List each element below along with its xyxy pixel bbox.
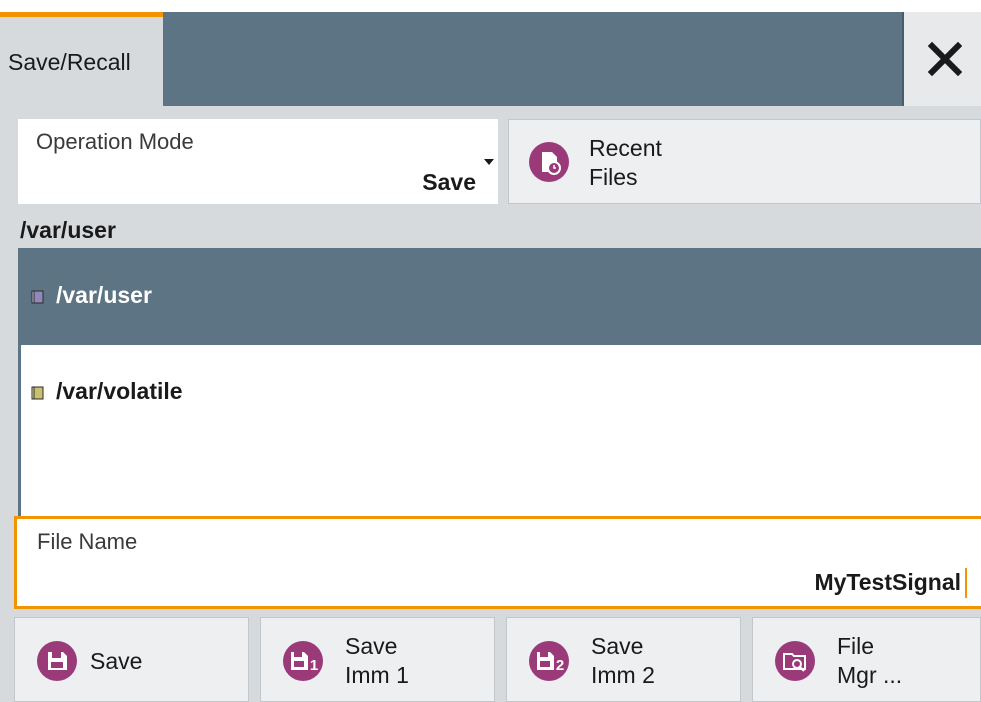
save-imm-1-icon: 1 (283, 641, 323, 681)
save-button[interactable]: Save (14, 617, 249, 702)
recent-files-button[interactable]: Recent Files (508, 119, 981, 204)
svg-text:1: 1 (310, 657, 318, 674)
directory-item-label: /var/user (56, 282, 152, 308)
operation-mode-select[interactable]: Operation Mode Save (18, 119, 498, 204)
file-manager-button[interactable]: File Mgr ... (752, 617, 981, 702)
file-manager-line1: File (837, 633, 875, 659)
dropdown-caret-icon (484, 159, 494, 165)
save-imm-2-icon: 2 (529, 641, 569, 681)
file-manager-icon (775, 641, 815, 681)
recent-files-line1: Recent (589, 135, 662, 161)
save-imm-1-line2: Imm 1 (345, 662, 409, 688)
file-manager-label: File Mgr ... (837, 632, 902, 690)
save-imm-1-button[interactable]: 1 Save Imm 1 (260, 617, 495, 702)
folder-icon (31, 290, 44, 304)
save-imm-2-line2: Imm 2 (591, 662, 655, 688)
current-path: /var/user (20, 217, 116, 243)
svg-text:2: 2 (556, 657, 564, 674)
close-icon (928, 42, 962, 76)
text-cursor (965, 568, 967, 598)
save-imm-2-label: Save Imm 2 (591, 632, 655, 690)
operation-mode-label: Operation Mode (36, 129, 194, 154)
tab-save-recall[interactable]: Save/Recall (0, 12, 163, 106)
save-imm-2-button[interactable]: 2 Save Imm 2 (506, 617, 741, 702)
operation-mode-value: Save (422, 169, 476, 195)
tab-label: Save/Recall (8, 49, 131, 75)
save-icon (37, 641, 77, 681)
directory-item-label: /var/volatile (56, 378, 183, 404)
directory-list[interactable]: /var/user /var/volatile (18, 248, 981, 517)
action-bar: Save 1 Save Imm 1 2 Save Imm 2 File Mgr … (14, 617, 981, 702)
file-manager-line2: Mgr ... (837, 662, 903, 688)
recent-files-icon (529, 142, 569, 182)
save-label: Save (90, 648, 143, 674)
directory-item-var-volatile[interactable]: /var/volatile (21, 346, 981, 441)
recent-files-label: Recent Files (589, 134, 662, 192)
folder-icon (31, 386, 44, 400)
file-name-value: MyTestSignal (814, 569, 961, 595)
close-button[interactable] (902, 12, 981, 106)
recent-files-line2: Files (589, 164, 638, 190)
file-name-field[interactable]: File Name MyTestSignal (14, 516, 981, 609)
file-name-label: File Name (37, 529, 138, 554)
save-recall-dialog: Save/Recall Operation Mode Save Recent F… (0, 12, 981, 702)
directory-item-var-user[interactable]: /var/user (21, 250, 981, 345)
save-imm-1-label: Save Imm 1 (345, 632, 409, 690)
save-imm-1-line1: Save (345, 633, 398, 659)
title-bar: Save/Recall (0, 12, 981, 106)
save-imm-2-line1: Save (591, 633, 644, 659)
